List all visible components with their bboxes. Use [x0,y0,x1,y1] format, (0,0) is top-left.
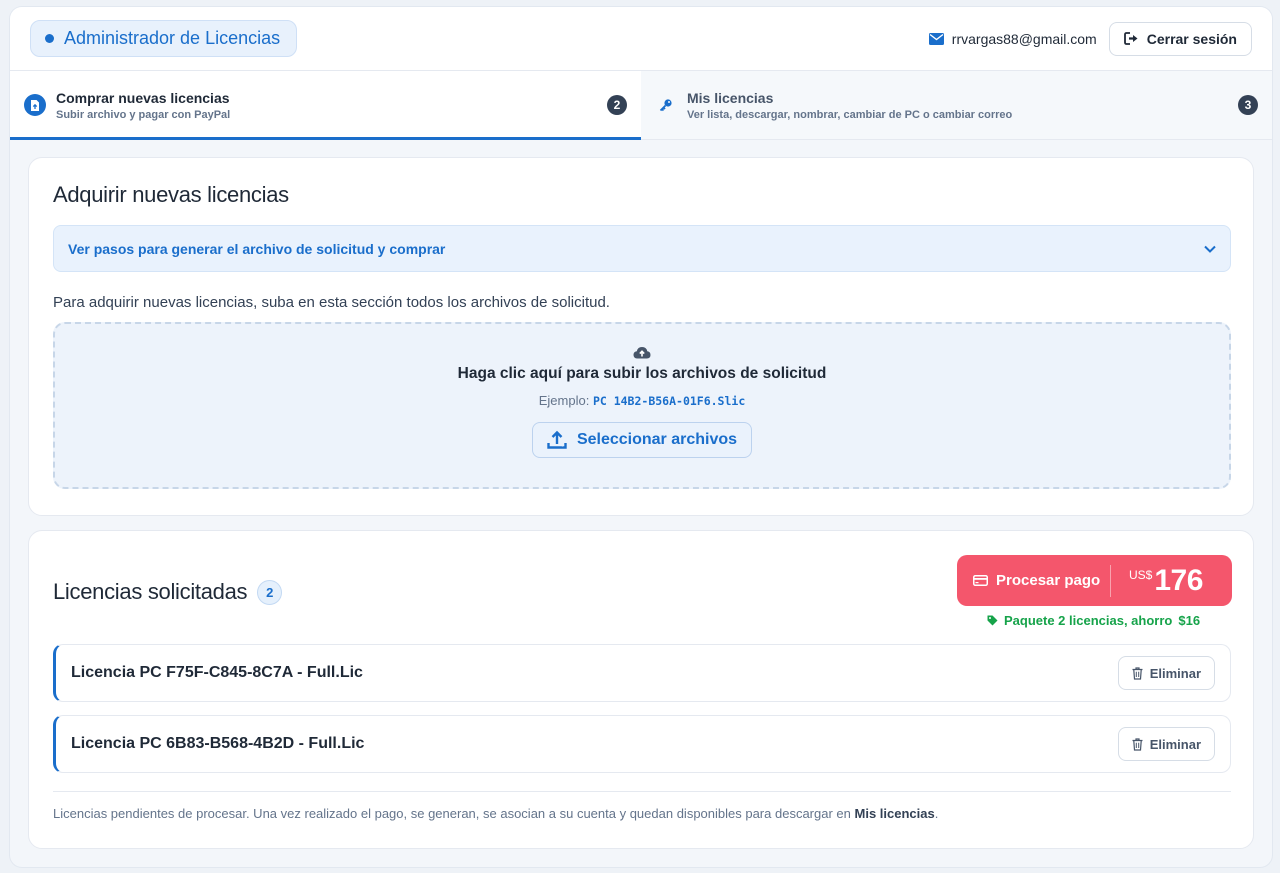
key-icon [655,94,677,116]
steps-accordion[interactable]: Ver pasos para generar el archivo de sol… [53,225,1231,272]
sign-out-icon [1123,32,1138,45]
delete-license-button[interactable]: Eliminar [1117,727,1215,761]
trash-icon [1132,737,1143,751]
license-row: Licencia PC 6B83-B568-4B2D - Full.Lic El… [53,715,1231,773]
delete-license-button[interactable]: Eliminar [1117,656,1215,690]
tab-buy-count-badge: 2 [607,95,627,115]
package-savings-amount: $16 [1178,613,1201,628]
tab-my-licenses[interactable]: Mis licencias Ver lista, descargar, nomb… [641,71,1272,139]
acquire-title: Adquirir nuevas licencias [53,182,289,207]
pending-footnote: Licencias pendientes de procesar. Una ve… [53,806,938,821]
process-payment-button[interactable]: Procesar pago US$ 176 [957,555,1232,606]
cloud-upload-icon [633,347,651,359]
header-right: rrvargas88@gmail.com Cerrar sesión [928,21,1252,56]
envelope-icon [928,32,944,45]
delete-label: Eliminar [1149,665,1201,681]
footnote-text: Licencias pendientes de procesar. Una ve… [53,806,851,821]
app-title: Administrador de Licencias [64,28,281,48]
credit-card-icon [973,575,988,586]
footnote-period: . [934,806,939,821]
payment-total: US$ 176 [1111,564,1203,598]
payment-amount: 176 [1154,563,1203,597]
tab-my-title: Mis licencias [687,89,774,106]
dropzone-title: Haga clic aquí para subir los archivos d… [457,365,827,382]
tab-my-text: Mis licencias Ver lista, descargar, nomb… [687,90,1238,121]
select-files-label: Seleccionar archivos [576,431,738,448]
app-window: Administrador de Licencias rrvargas88@gm… [10,7,1272,867]
logout-label: Cerrar sesión [1146,30,1237,47]
process-payment-left: Procesar pago [957,572,1110,589]
tab-buy-subtitle: Subir archivo y pagar con PayPal [56,108,231,121]
status-dot-icon [45,34,54,43]
upload-icon [547,430,567,449]
divider [53,791,1231,792]
user-email-text: rrvargas88@gmail.com [951,30,1097,47]
steps-accordion-label: Ver pasos para generar el archivo de sol… [68,240,446,257]
tab-bar: Comprar nuevas licencias Subir archivo y… [10,71,1272,140]
acquire-intro-text: Para adquirir nuevas licencias, suba en … [53,294,610,311]
delete-label: Eliminar [1149,736,1201,752]
dropzone-example-file: PC 14B2-B56A-01F6.Slic [592,394,746,408]
trash-icon [1132,666,1143,680]
tab-my-count-badge: 3 [1238,95,1258,115]
package-savings-text: Paquete 2 licencias, ahorro [1004,613,1173,628]
dropzone-example: Ejemplo: PC 14B2-B56A-01F6.Slic [539,393,746,408]
file-dropzone[interactable]: Haga clic aquí para subir los archivos d… [53,322,1231,489]
process-payment-label: Procesar pago [996,572,1101,589]
package-savings: Paquete 2 licencias, ahorro $16 [987,613,1200,628]
tab-buy-title: Comprar nuevas licencias [56,89,230,106]
dropzone-example-label: Ejemplo: [538,393,590,408]
logout-button[interactable]: Cerrar sesión [1108,21,1252,56]
tag-icon [987,615,998,626]
requested-licenses-card: Licencias solicitadas 2 Procesar pago US… [28,530,1254,849]
license-name: Licencia PC 6B83-B568-4B2D - Full.Lic [71,735,365,752]
tab-buy-text: Comprar nuevas licencias Subir archivo y… [56,90,607,121]
chevron-down-icon [1204,245,1216,253]
requested-count-badge: 2 [257,579,283,605]
license-name: Licencia PC F75F-C845-8C7A - Full.Lic [71,664,363,681]
license-row: Licencia PC F75F-C845-8C7A - Full.Lic El… [53,644,1231,702]
app-title-badge: Administrador de Licencias [30,20,298,57]
requested-header: Licencias solicitadas 2 [53,579,283,605]
footnote-my-licenses-link[interactable]: Mis licencias [855,806,935,821]
file-upload-icon [24,94,46,116]
select-files-button[interactable]: Seleccionar archivos [531,422,753,458]
tab-buy-licenses[interactable]: Comprar nuevas licencias Subir archivo y… [10,71,641,140]
tab-my-subtitle: Ver lista, descargar, nombrar, cambiar d… [687,108,1013,121]
user-email: rrvargas88@gmail.com [928,30,1097,47]
top-bar: Administrador de Licencias rrvargas88@gm… [10,7,1272,71]
requested-title: Licencias solicitadas [53,579,248,604]
payment-currency: US$ [1129,567,1153,582]
acquire-licenses-card: Adquirir nuevas licencias Ver pasos para… [28,157,1254,516]
